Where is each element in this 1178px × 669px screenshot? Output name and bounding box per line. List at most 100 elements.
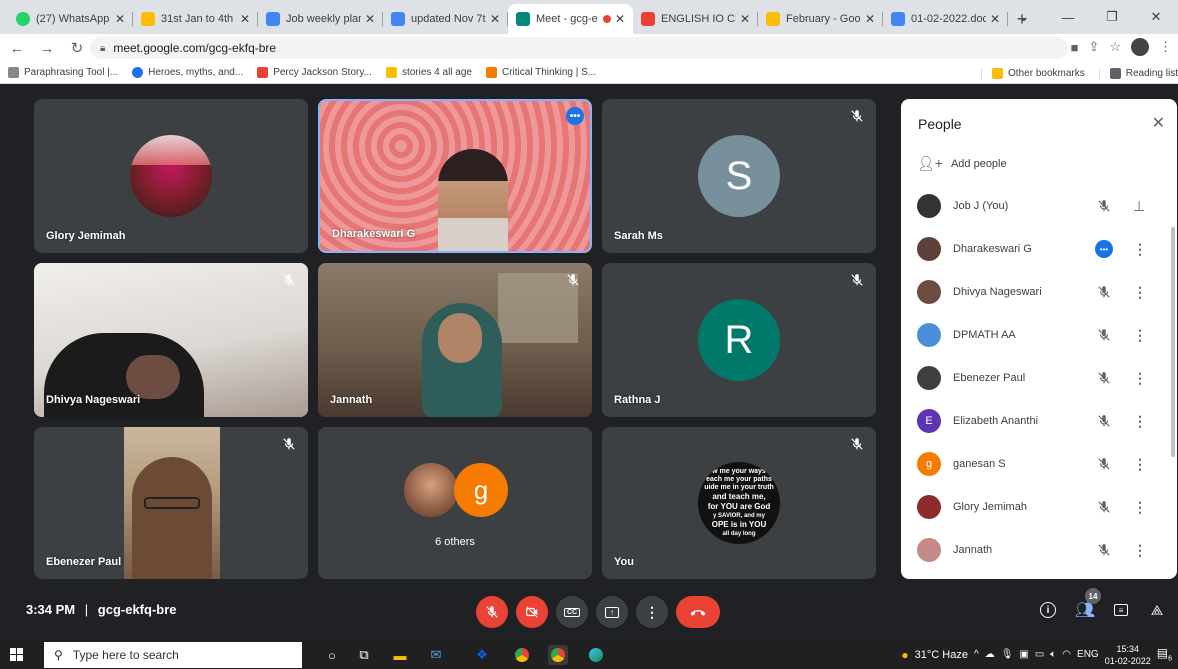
browser-tab-docx[interactable]: 01-02-2022.docx ✕ (883, 4, 1008, 34)
browser-tab-gmail[interactable]: ENGLISH IO CHO ✕ (633, 4, 758, 34)
people-scrollbar[interactable] (1171, 227, 1175, 457)
close-icon[interactable]: ✕ (115, 12, 125, 26)
mic-off-icon[interactable] (1095, 412, 1113, 430)
captions-button[interactable]: CC (556, 596, 588, 628)
participant-row[interactable]: Ebenezer Paul ⋮ (901, 360, 1169, 396)
onedrive-icon[interactable]: ☁ (985, 649, 995, 660)
more-options-icon[interactable]: ⋮ (1133, 456, 1147, 473)
more-options-icon[interactable]: ⋮ (1133, 327, 1147, 344)
close-icon[interactable]: ✕ (990, 12, 1000, 26)
restore-icon[interactable]: ❐ (1090, 0, 1134, 34)
more-options-icon[interactable]: ⋮ (1133, 413, 1147, 430)
star-icon[interactable]: ☆ (1109, 39, 1121, 55)
participant-tile-sarah[interactable]: S Sarah Ms (602, 99, 876, 253)
leave-call-button[interactable] (676, 596, 720, 628)
more-options-icon[interactable]: ⋮ (1133, 284, 1147, 301)
more-options-icon[interactable]: ⋮ (1133, 542, 1147, 559)
participant-tile-ebenezer[interactable]: Ebenezer Paul (34, 427, 308, 579)
bookmark-item[interactable]: Heroes, myths, and... (132, 67, 243, 78)
participant-tile-you[interactable]: w me your ways each me your paths uide m… (602, 427, 876, 579)
meeting-details-button[interactable]: i (1037, 599, 1059, 621)
participant-tile-dhivya[interactable]: Dhivya Nageswari (34, 263, 308, 417)
reload-icon[interactable]: ↻ (64, 35, 90, 61)
mail-icon[interactable]: ✉ (426, 645, 446, 665)
participant-tile-dharakeswari[interactable]: ••• Dharakeswari G (318, 99, 592, 253)
browser-tab-drive-2[interactable]: February - Googl ✕ (758, 4, 883, 34)
profile-avatar[interactable] (1131, 38, 1149, 56)
browser-tab-docs-2[interactable]: updated Nov 7th ✕ (383, 4, 508, 34)
close-window-icon[interactable]: ✕ (1134, 0, 1178, 34)
more-options-icon[interactable]: ⋮ (1133, 370, 1147, 387)
participant-row[interactable]: Dharakeswari G ••• ⋮ (901, 231, 1169, 267)
close-icon[interactable]: ✕ (1152, 113, 1165, 133)
mic-off-icon[interactable] (1095, 197, 1113, 215)
chrome-icon[interactable] (512, 645, 532, 665)
browser-tab-meet[interactable]: Meet - gcg-e ✕ (508, 4, 633, 34)
clock[interactable]: 15:34 01-02-2022 (1105, 643, 1151, 667)
edge-icon[interactable] (586, 645, 606, 665)
mic-off-icon[interactable] (1095, 498, 1113, 516)
chrome-icon-2[interactable] (548, 645, 568, 665)
browser-tab-drive[interactable]: 31st Jan to 4th Fe ✕ (133, 4, 258, 34)
mic-off-icon[interactable] (1095, 369, 1113, 387)
battery-icon[interactable]: ▭ (1035, 649, 1044, 660)
taskbar-search[interactable]: ⚲ Type here to search (44, 642, 302, 668)
close-icon[interactable]: ✕ (865, 12, 875, 26)
pin-icon[interactable]: ⊥ (1133, 198, 1145, 215)
more-options-icon[interactable]: ⋮ (1133, 499, 1147, 516)
mic-off-icon[interactable] (1095, 283, 1113, 301)
camera-icon[interactable]: ■ (1071, 40, 1079, 55)
weather-text[interactable]: 31°C Haze (915, 649, 968, 661)
mic-toggle-button[interactable] (476, 596, 508, 628)
forward-icon[interactable]: → (34, 35, 60, 61)
participant-row[interactable]: g ganesan S ⋮ (901, 446, 1169, 482)
other-bookmarks[interactable]: Other bookmarks (981, 67, 1085, 79)
bookmark-item[interactable]: Percy Jackson Story... (257, 67, 372, 78)
microphone-icon[interactable]: 🎙︎ (1001, 649, 1014, 660)
close-icon[interactable]: ✕ (240, 12, 250, 26)
participant-row[interactable]: Glory Jemimah ⋮ (901, 489, 1169, 525)
wifi-icon[interactable]: ◠ (1062, 649, 1071, 660)
participant-tile-rathna[interactable]: R Rathna J (602, 263, 876, 417)
mic-off-icon[interactable] (1095, 455, 1113, 473)
present-button[interactable]: ↑ (596, 596, 628, 628)
more-options-icon[interactable]: ••• (566, 107, 584, 125)
participant-tile-glory[interactable]: Glory Jemimah (34, 99, 308, 253)
dropbox-icon[interactable]: ❖ (472, 645, 492, 665)
more-options-button[interactable]: ⋮ (636, 596, 668, 628)
bookmark-item[interactable]: stories 4 all age (385, 67, 472, 78)
task-view-icon[interactable]: ⧉ (354, 645, 374, 665)
more-options-icon[interactable]: ⋮ (1133, 241, 1147, 258)
close-icon[interactable]: ✕ (490, 12, 500, 26)
mic-off-icon[interactable] (1095, 541, 1113, 559)
close-icon[interactable]: ✕ (615, 12, 625, 26)
share-icon[interactable]: ⇪ (1088, 39, 1099, 55)
participant-row[interactable]: DPMATH AA ⋮ (901, 317, 1169, 353)
address-bar[interactable]: 🔒︎ meet.google.com/gcg-ekfq-bre (90, 37, 1068, 59)
bookmark-item[interactable]: Critical Thinking | S... (485, 67, 596, 78)
browser-tab-whatsapp[interactable]: (27) WhatsApp ✕ (8, 4, 133, 34)
cortana-icon[interactable]: ○ (322, 645, 342, 665)
volume-icon[interactable]: 🔈︎ (1050, 649, 1056, 660)
participant-tile-jannath[interactable]: Jannath (318, 263, 592, 417)
camera-toggle-button[interactable] (516, 596, 548, 628)
back-icon[interactable]: ← (4, 35, 30, 61)
participant-row[interactable]: Jannath ⋮ (901, 532, 1169, 568)
mic-off-icon[interactable] (1095, 326, 1113, 344)
bookmark-item[interactable]: Paraphrasing Tool |... (8, 67, 118, 78)
close-icon[interactable]: ✕ (740, 12, 750, 26)
minimize-icon[interactable]: — (1046, 0, 1090, 34)
menu-icon[interactable]: ⋮ (1159, 39, 1172, 55)
tab-search-icon[interactable]: ⌄ (1002, 0, 1046, 34)
notifications-button[interactable]: ▤6 (1157, 646, 1172, 662)
add-people-button[interactable]: 👤︎+ Add people (917, 155, 1007, 172)
participant-row[interactable]: E Elizabeth Ananthi ⋮ (901, 403, 1169, 439)
participant-row[interactable]: Dhivya Nageswari ⋮ (901, 274, 1169, 310)
start-button[interactable] (0, 640, 32, 669)
browser-tab-docs[interactable]: Job weekly plann ✕ (258, 4, 383, 34)
close-icon[interactable]: ✕ (365, 12, 375, 26)
participant-row[interactable]: Job J (You) ⊥ (901, 188, 1169, 224)
chat-button[interactable]: ≡ (1110, 599, 1132, 621)
meet-tray-icon[interactable]: ▣ (1019, 649, 1028, 660)
activities-button[interactable]: ⟁ (1146, 599, 1168, 621)
